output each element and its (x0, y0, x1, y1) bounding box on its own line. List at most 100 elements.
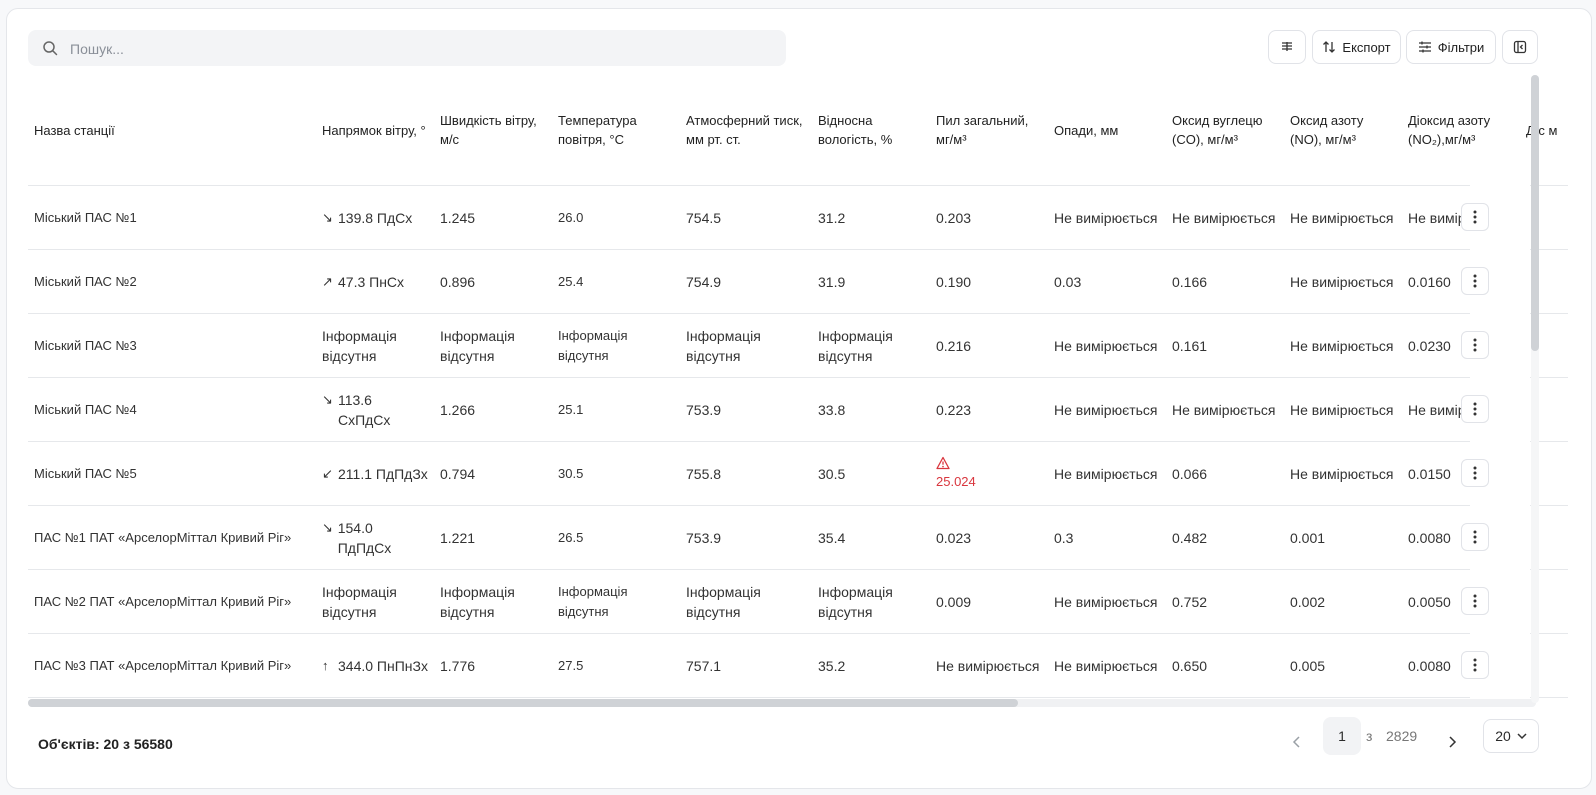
column-header[interactable]: Д с м (1520, 75, 1568, 186)
humidity-cell: 31.9 (812, 249, 930, 314)
wind-direction-cell: Інформація відсутня (316, 569, 434, 634)
dust-cell: 0.216 (930, 313, 1048, 378)
table-row[interactable]: Міський ПАС №1 ↘ 139.8 ПдСх 1.245 26.0 754.5 3… (28, 185, 1568, 250)
table-row[interactable]: Міський ПАС №2 ↗ 47.3 ПнСх 0.896 25.4 754.9 31… (28, 249, 1568, 314)
row-actions-button[interactable] (1461, 587, 1489, 615)
search-box[interactable] (28, 30, 786, 68)
temp-cell: 30.5 (552, 441, 680, 506)
station-name: ПАС №2 ПАТ «АрселорМіттал Кривий Ріг» (28, 569, 316, 634)
precip-cell: Не вимірюється (1048, 377, 1166, 442)
table-row[interactable]: ПАС №3 ПАТ «АрселорМіттал Кривий Ріг» ↑ 34… (28, 633, 1568, 698)
column-header[interactable]: Атмосферний тиск, мм рт. ст. (680, 75, 812, 186)
column-header[interactable]: Відносна вологість, % (812, 75, 930, 186)
station-name: Міський ПАС №2 (28, 249, 316, 314)
table-container: Назва станції Напрямок вітру, ° Швидкіст… (28, 75, 1568, 703)
precip-cell: 0.3 (1048, 505, 1166, 570)
row-actions-button[interactable] (1461, 523, 1489, 551)
table-row[interactable]: Міський ПАС №4 ↘ 113.6 СхПдСх 1.266 25.1 753.… (28, 377, 1568, 442)
more-vertical-icon (1473, 210, 1477, 224)
row-actions-button[interactable] (1461, 395, 1489, 423)
row-actions-button[interactable] (1461, 267, 1489, 295)
scrollbar-thumb[interactable] (1531, 75, 1539, 351)
column-header[interactable]: Назва станції (28, 75, 316, 186)
vertical-scrollbar[interactable] (1531, 75, 1539, 703)
columns-button[interactable] (1268, 30, 1306, 64)
column-header[interactable]: Опади, мм (1048, 75, 1166, 186)
chevron-down-icon (1517, 733, 1527, 740)
sort-arrows-icon (1323, 41, 1336, 53)
column-header[interactable]: Оксид вуглецю (CO), мг/м³ (1166, 75, 1284, 186)
more-vertical-icon (1473, 530, 1477, 544)
row-actions-button[interactable] (1461, 459, 1489, 487)
station-name: Міський ПАС №3 (28, 313, 316, 378)
humidity-cell: 31.2 (812, 185, 930, 250)
humidity-cell: 33.8 (812, 377, 930, 442)
temp-cell: 26.5 (552, 505, 680, 570)
pressure-cell: 754.9 (680, 249, 812, 314)
scrollbar-thumb[interactable] (28, 699, 1018, 707)
dust-cell: 0.023 (930, 505, 1048, 570)
wind-direction-cell: ↘ 139.8 ПдСх (316, 185, 434, 250)
wind-direction: Інформація відсутня (322, 327, 397, 364)
search-input[interactable] (68, 30, 772, 68)
table-row[interactable]: Міський ПАС №3 Інформація відсутня Інформа… (28, 313, 1568, 378)
co-cell: 0.752 (1166, 569, 1284, 634)
page-size-value: 20 (1495, 728, 1511, 744)
no-cell: Не вимірюється (1284, 185, 1402, 250)
dust-cell: 0.203 (930, 185, 1048, 250)
more-vertical-icon (1473, 658, 1477, 672)
wind-speed-cell: 0.896 (434, 249, 552, 314)
pressure-cell: 754.5 (680, 185, 812, 250)
co-cell: 0.066 (1166, 441, 1284, 506)
wind-speed-cell: 0.794 (434, 441, 552, 506)
wind-arrow-icon: ↑ (322, 657, 329, 673)
search-icon (43, 41, 58, 56)
table-header-row: Назва станції Напрямок вітру, ° Швидкіст… (28, 75, 1568, 186)
column-header[interactable]: Температура повітря, °C (552, 75, 680, 186)
pressure-cell: Інформація відсутня (680, 313, 812, 378)
column-header[interactable]: Діоксид азоту (NO₂),мг/м³ (1402, 75, 1520, 186)
page-size-select[interactable]: 20 (1483, 719, 1539, 753)
no-cell: 0.005 (1284, 633, 1402, 698)
no-cell: Не вимірюється (1284, 441, 1402, 506)
warning-icon (936, 456, 950, 469)
filters-button[interactable]: Фільтри (1406, 30, 1496, 64)
pressure-cell: 757.1 (680, 633, 812, 698)
more-vertical-icon (1473, 338, 1477, 352)
temp-cell: 27.5 (552, 633, 680, 698)
next-page-button[interactable] (1438, 728, 1466, 756)
dust-cell: 0.223 (930, 377, 1048, 442)
wind-direction: 344.0 ПнПнЗх (338, 657, 428, 674)
wind-arrow-icon: ↙ (322, 465, 333, 481)
chevron-left-icon (1292, 736, 1300, 748)
column-header[interactable]: Пил загальний, мг/м³ (930, 75, 1048, 186)
row-actions-button[interactable] (1461, 203, 1489, 231)
prev-page-button[interactable] (1283, 728, 1311, 756)
co-cell: 0.650 (1166, 633, 1284, 698)
current-page[interactable]: 1 (1323, 717, 1361, 755)
humidity-cell: 30.5 (812, 441, 930, 506)
dust-cell: 25.024 (930, 441, 1048, 506)
export-button[interactable]: Експорт (1312, 30, 1401, 64)
data-table-card: Експорт Фільтри Назва (6, 8, 1592, 789)
table-row[interactable]: Міський ПАС №5 ↙ 211.1 ПдПдЗх 0.794 30.5 755.… (28, 441, 1568, 506)
precip-cell: Не вимірюється (1048, 313, 1166, 378)
column-header[interactable]: Швидкість вітру, м/с (434, 75, 552, 186)
table-row[interactable]: ПАС №2 ПАТ «АрселорМіттал Кривий Ріг» Інф… (28, 569, 1568, 634)
horizontal-scrollbar[interactable] (28, 699, 1536, 707)
row-actions-button[interactable] (1461, 651, 1489, 679)
wind-arrow-icon: ↘ (322, 209, 333, 225)
dust-value: 25.024 (936, 473, 976, 489)
humidity-cell: Інформація відсутня (812, 313, 930, 378)
column-header[interactable]: Оксид азоту (NO), мг/м³ (1284, 75, 1402, 186)
row-actions-column (1470, 185, 1530, 703)
precip-cell: Не вимірюється (1048, 441, 1166, 506)
column-header[interactable]: Напрямок вітру, ° (316, 75, 434, 186)
wind-direction-cell: ↗ 47.3 ПнСх (316, 249, 434, 314)
more-vertical-icon (1473, 402, 1477, 416)
panel-collapse-button[interactable] (1502, 30, 1538, 64)
temp-cell: 25.1 (552, 377, 680, 442)
row-actions-button[interactable] (1461, 331, 1489, 359)
table-row[interactable]: ПАС №1 ПАТ «АрселорМіттал Кривий Ріг» ↘ 15… (28, 505, 1568, 570)
temp-cell: Інформація відсутня (552, 313, 680, 378)
